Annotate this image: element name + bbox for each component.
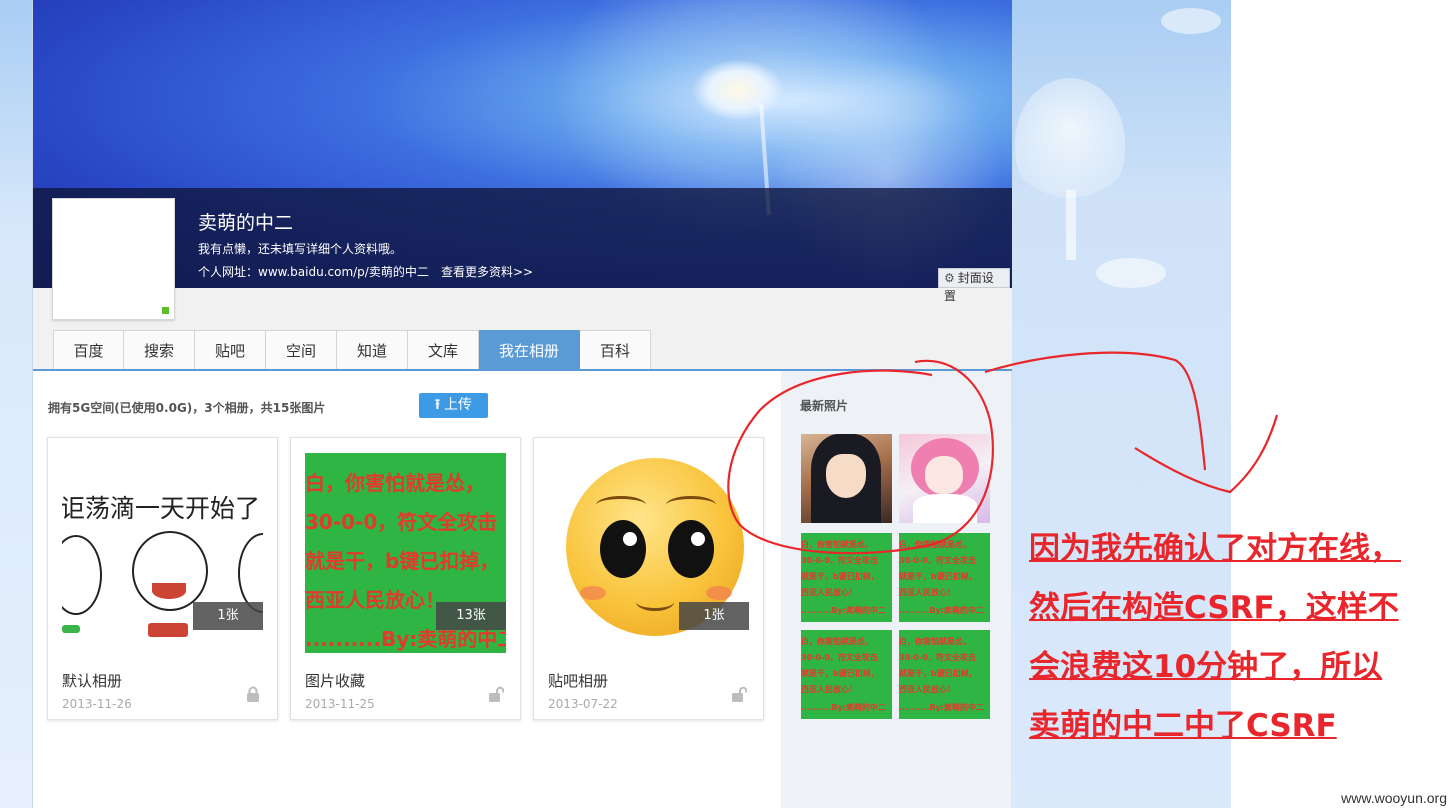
cover-image bbox=[33, 0, 1012, 288]
unlock-icon bbox=[489, 686, 504, 702]
emoji-mouth bbox=[636, 593, 674, 611]
comic-face bbox=[62, 535, 102, 615]
annotation-text: 因为我先确认了对方在线， 然后在构造CSRF，这样不 会浪费这10分钟了，所以 … bbox=[1029, 520, 1450, 756]
image-text-line: 就是干，b键已扣掉， bbox=[305, 549, 500, 573]
image-text-line: 30-0-0，符文全攻击 bbox=[801, 653, 878, 662]
image-text-line: 就是干，b键已扣掉， bbox=[899, 572, 977, 581]
tab-wenku[interactable]: 文库 bbox=[408, 330, 479, 370]
image-text-line: 白，你害怕就是怂， bbox=[899, 540, 971, 549]
comic-caption: 讵荡滴一天开始了 bbox=[62, 494, 261, 523]
cover-settings-button[interactable]: ⚙ 封面设置 bbox=[938, 268, 1010, 303]
image-text-line: 白，你害怕就是怂， bbox=[899, 637, 971, 646]
anime-dress bbox=[913, 494, 977, 523]
album-date: 2013-11-26 bbox=[62, 697, 132, 711]
avatar[interactable] bbox=[52, 198, 175, 320]
upload-arrow-icon: ⭱ bbox=[435, 397, 440, 413]
tab-tieba[interactable]: 贴吧 bbox=[195, 330, 266, 370]
annotation-line: 会浪费这10分钟了，所以 bbox=[1029, 649, 1383, 685]
emoji-brow bbox=[666, 496, 716, 514]
tab-space[interactable]: 空间 bbox=[266, 330, 337, 370]
emoji-eye bbox=[600, 520, 646, 578]
background-tree-trunk bbox=[1066, 190, 1076, 260]
lock-icon bbox=[247, 686, 259, 702]
image-text-line: 西亚人民放心！ bbox=[899, 685, 955, 694]
image-text-line: 白，你害怕就是怂， bbox=[801, 540, 873, 549]
album-card-collection[interactable]: 白，你害怕就是怂， 30-0-0，符文全攻击 就是干，b键已扣掉， 西亚人民放心… bbox=[290, 437, 521, 720]
image-text-line: 30-0-0，符文全攻击 bbox=[305, 510, 498, 534]
latest-photo-thumb[interactable] bbox=[801, 434, 892, 523]
online-status-indicator bbox=[162, 307, 169, 314]
latest-photos-sidebar: 最新照片 白，你害怕就是怂， 30-0-0，符文全攻击 就是干，b键已扣掉， 西… bbox=[781, 371, 1011, 808]
album-date: 2013-11-25 bbox=[305, 697, 375, 711]
background-cloud bbox=[1096, 258, 1166, 288]
emoji-eye bbox=[668, 520, 714, 578]
cover-dandelion-core bbox=[693, 60, 783, 120]
product-tabs: 百度 搜索 贴吧 空间 知道 文库 我在相册 百科 bbox=[53, 330, 651, 370]
image-text-line: 就是干，b键已扣掉， bbox=[801, 572, 879, 581]
emoji-cheek bbox=[580, 586, 606, 600]
comic-mouth bbox=[152, 583, 186, 599]
annotation-line: 然后在构造CSRF，这样不 bbox=[1029, 590, 1399, 626]
annotation-line: 因为我先确认了对方在线， bbox=[1029, 531, 1401, 567]
anime-face bbox=[826, 454, 866, 498]
profile-motto: 我有点懒，还未填写详细个人资料哦。 bbox=[198, 242, 403, 256]
image-text-line: 白，你害怕就是怂， bbox=[305, 471, 485, 495]
unlock-icon bbox=[732, 686, 747, 702]
image-text-line: 30-0-0，符文全攻击 bbox=[899, 556, 976, 565]
latest-photo-thumb[interactable]: 白，你害怕就是怂， 30-0-0，符文全攻击 就是干，b键已扣掉， 西亚人民放心… bbox=[899, 533, 990, 622]
image-text-line: 西亚人民放心！ bbox=[305, 588, 445, 612]
album-card-tieba[interactable]: 1张 贴吧相册 2013-07-22 bbox=[533, 437, 764, 720]
album-name: 图片收藏 bbox=[305, 672, 366, 690]
album-name: 默认相册 bbox=[62, 672, 123, 690]
profile-name: 卖萌的中二 bbox=[198, 212, 294, 234]
image-text-line: 30-0-0，符文全攻击 bbox=[801, 556, 878, 565]
background-cloud bbox=[1161, 8, 1221, 34]
photo-count-badge: 1张 bbox=[679, 602, 749, 630]
image-text-line: ..........By:卖萌的中二 bbox=[801, 703, 886, 712]
emoji-brow bbox=[596, 496, 646, 514]
album-date: 2013-07-22 bbox=[548, 697, 618, 711]
image-text-line: ..........By:卖萌的中二 bbox=[899, 703, 984, 712]
profile-url: 个人网址：www.baidu.com/p/卖萌的中二 bbox=[198, 265, 429, 279]
latest-photos-title: 最新照片 bbox=[800, 399, 849, 413]
anime-face bbox=[925, 456, 963, 494]
upload-button[interactable]: ⭱ 上传 bbox=[419, 393, 488, 418]
image-text-line: ..........By:卖萌的中二 bbox=[899, 606, 984, 615]
tab-zhidao[interactable]: 知道 bbox=[337, 330, 408, 370]
image-text-line: 西亚人民放心！ bbox=[801, 588, 857, 597]
image-text-line: 白，你害怕就是怂， bbox=[801, 637, 873, 646]
album-summary: 拥有5G空间(已使用0.0G)，3个相册，共15张图片 bbox=[48, 401, 326, 415]
watermark: www.wooyun.org bbox=[1341, 790, 1447, 806]
image-text-line: 30-0-0，符文全攻击 bbox=[899, 653, 976, 662]
tab-search[interactable]: 搜索 bbox=[124, 330, 195, 370]
photo-count-badge: 13张 bbox=[436, 602, 506, 630]
comic-shorts bbox=[62, 625, 80, 633]
image-text-line: 西亚人民放心！ bbox=[801, 685, 857, 694]
album-name: 贴吧相册 bbox=[548, 672, 609, 690]
comic-face bbox=[132, 531, 208, 611]
gear-icon: ⚙ bbox=[944, 271, 955, 285]
image-text-line: ..........By:卖萌的中二 bbox=[801, 606, 886, 615]
tab-baike[interactable]: 百科 bbox=[580, 330, 651, 370]
album-card-default[interactable]: 讵荡滴一天开始了 1张 默认相册 2013-11-26 bbox=[47, 437, 278, 720]
photo-count-badge: 1张 bbox=[193, 602, 263, 630]
image-text-line: 就是干，b键已扣掉， bbox=[899, 669, 977, 678]
emoji-cheek bbox=[706, 586, 732, 600]
latest-photo-thumb[interactable] bbox=[899, 434, 990, 523]
annotation-line: 卖萌的中二中了CSRF bbox=[1029, 708, 1337, 744]
image-text-line: 西亚人民放心！ bbox=[899, 588, 955, 597]
image-text-line: 就是干，b键已扣掉， bbox=[801, 669, 879, 678]
latest-photo-thumb[interactable]: 白，你害怕就是怂， 30-0-0，符文全攻击 就是干，b键已扣掉， 西亚人民放心… bbox=[899, 630, 990, 719]
page-background-left bbox=[0, 0, 32, 808]
latest-photo-thumb[interactable]: 白，你害怕就是怂， 30-0-0，符文全攻击 就是干，b键已扣掉， 西亚人民放心… bbox=[801, 630, 892, 719]
upload-label: 上传 bbox=[443, 397, 472, 413]
comic-shorts bbox=[148, 623, 188, 637]
tab-baidu[interactable]: 百度 bbox=[53, 330, 124, 370]
more-info-link[interactable]: 查看更多资料>> bbox=[441, 263, 533, 280]
tab-album[interactable]: 我在相册 bbox=[479, 330, 580, 370]
comic-face bbox=[238, 533, 263, 613]
background-tree bbox=[1015, 78, 1125, 208]
main-panel: 卖萌的中二 我有点懒，还未填写详细个人资料哦。 个人网址：www.baidu.c… bbox=[32, 0, 1012, 808]
latest-photo-thumb[interactable]: 白，你害怕就是怂， 30-0-0，符文全攻击 就是干，b键已扣掉， 西亚人民放心… bbox=[801, 533, 892, 622]
